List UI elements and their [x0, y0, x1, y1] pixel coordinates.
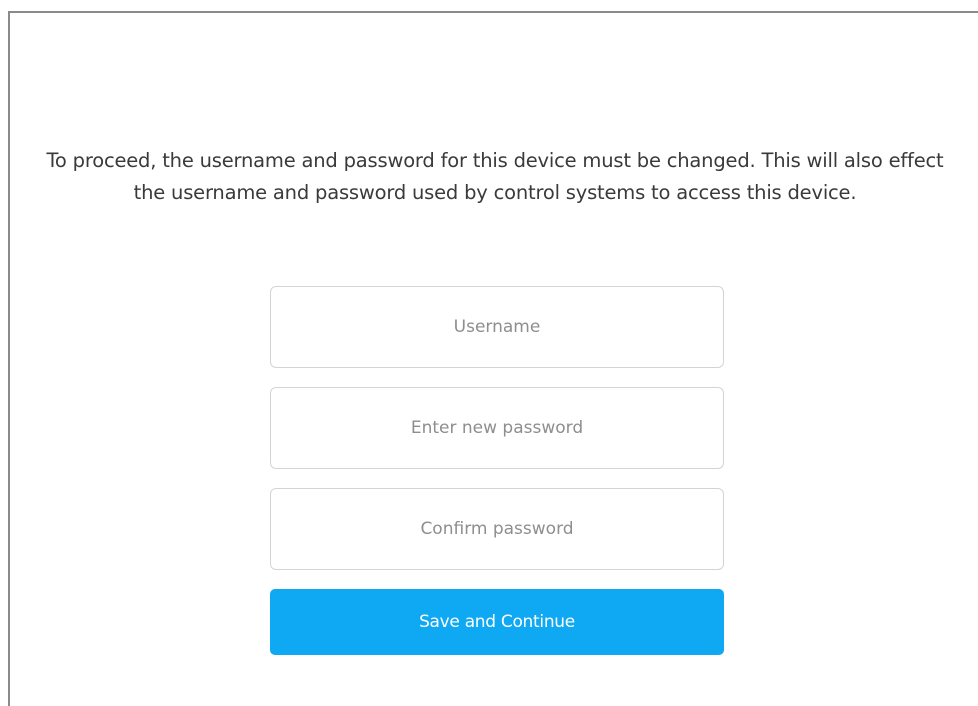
credentials-change-panel: To proceed, the username and password fo… [0, 0, 978, 706]
panel-top-border [8, 11, 978, 13]
panel-left-border [8, 11, 10, 706]
instruction-message: To proceed, the username and password fo… [46, 149, 944, 204]
new-password-input[interactable] [270, 387, 724, 469]
confirm-password-input[interactable] [270, 488, 724, 570]
save-and-continue-button[interactable]: Save and Continue [270, 589, 724, 655]
username-input[interactable] [270, 286, 724, 368]
